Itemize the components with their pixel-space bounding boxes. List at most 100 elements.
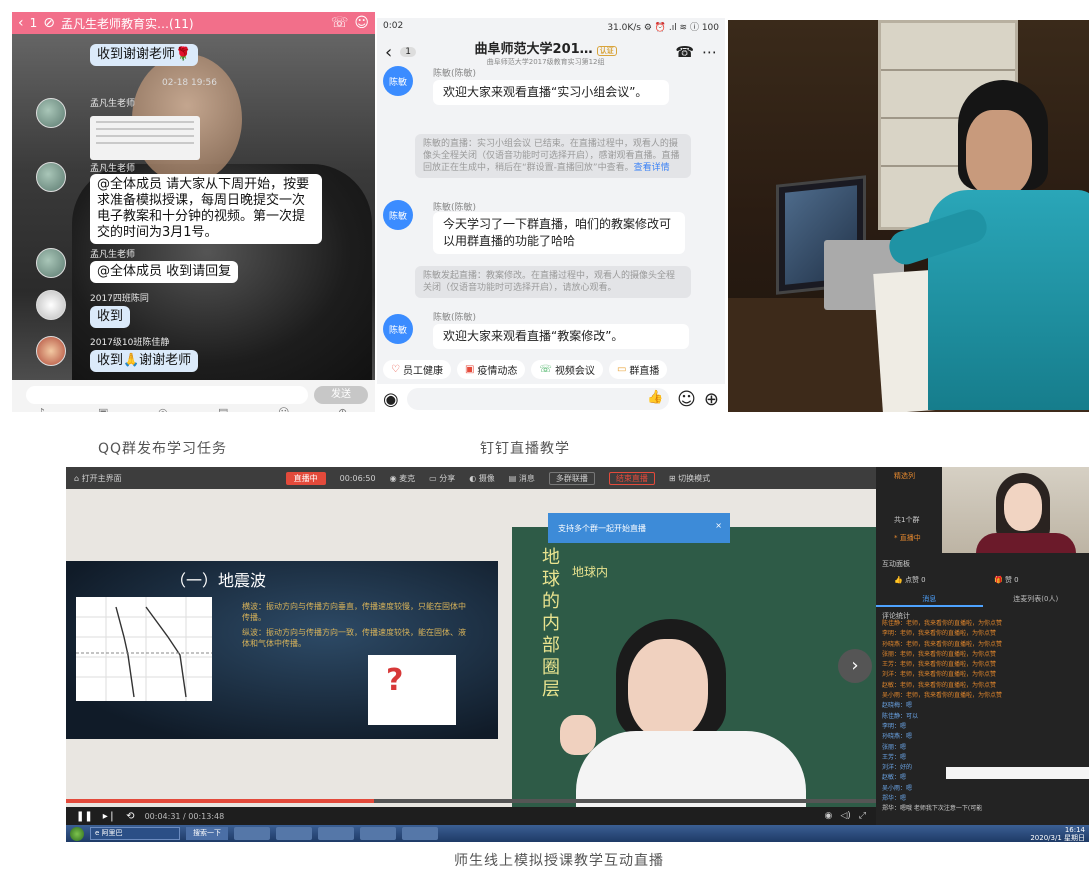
comment-item: 郑华：嗯 [882,795,907,803]
messages-button[interactable]: ▤ 消息 [509,473,535,484]
live-video-stage[interactable]: 地球的内部圈层 地球内 支持多个群一起开始直播 × （一）地震波 横波：振动方向… [66,489,892,811]
camera-icon[interactable]: ◎ [158,406,168,412]
like-count[interactable]: 👍 点赞 0 [894,575,926,585]
microphone-button[interactable]: ◉ 麦克 [390,473,416,484]
playback-controls: ❚❚ ▸❘ ⟲ 00:04:31 / 00:13:48 ◉ ◁) ⤢ [66,807,876,825]
switch-mode-button[interactable]: ⊞ 切换模式 [669,473,710,484]
view-details-link[interactable]: 查看详情 [634,163,670,173]
question-mark-icon: ? [386,663,404,698]
verified-tag: 认证 [596,45,617,56]
file-icon[interactable]: ▤ [218,406,228,412]
live-side-panel: 精选列 共1个群 * 直播中 互动面板 👍 点赞 0 🎁 赞 0 消息 连麦列表… [876,467,1089,825]
taskbar-app[interactable] [318,827,354,840]
taskbar-search[interactable]: 搜索一下 [186,827,228,840]
end-live-button[interactable]: 结束直播 [608,471,655,485]
multi-group-live-button[interactable]: 多群联播 [548,471,595,485]
clock-time: 16:14 [1064,825,1085,834]
graph-lines [76,597,212,701]
qq-chat-header: ‹ 1 ⊘ 孟凡生老师教育实…(11) ☏ ☺ [12,12,375,34]
taskbar-app[interactable] [360,827,396,840]
message-input[interactable] [26,386,308,404]
group-members-icon[interactable]: ☺ [354,15,369,31]
document-thumbnail[interactable] [90,116,200,160]
back-arrow-icon[interactable]: ‹ [18,15,24,31]
avatar[interactable] [36,98,66,128]
message-timestamp: 02-18 19:56 [162,78,217,88]
loop-icon[interactable]: ⟲ [126,811,134,822]
status-time: 0:02 [383,21,404,31]
quick-actions-bar: ♡ 员工健康 ▣ 疫情动态 ☏ 视频会议 ▭ 群直播 [377,358,725,380]
comment-item: 张丽：老师，我来看你的直播啦，为你点赞 [882,650,997,658]
live-teaching-screenshot: ⌂ 打开主界面 直播中 00:06:50 ◉ 麦克 ▭ 分享 ◐ 摄像 ▤ 消息… [66,467,1089,842]
avatar[interactable] [36,290,66,320]
quick-action-health[interactable]: ♡ 员工健康 [383,359,451,379]
share-screen-button[interactable]: ▭ 分享 [429,473,455,484]
comment-list: 陈佳静：老师，我来看你的直播啦，为你点赞 李明：老师，我来看你的直播啦，为你点赞孙… [882,619,1086,815]
teacher-at-desk-photo [728,20,1089,412]
qq-group-chat-screenshot: ‹ 1 ⊘ 孟凡生老师教育实…(11) ☏ ☺ 收到谢谢老师🌹 02-18 19… [12,12,375,412]
thumbs-up-icon[interactable]: 👍 [647,390,663,405]
gift-count[interactable]: 🎁 赞 0 [994,575,1019,585]
tab-messages[interactable]: 消息 [876,591,983,607]
image-icon[interactable]: ▣ [98,406,108,412]
taskbar-browser[interactable]: e 阿里巴 [90,827,180,840]
quick-action-label: 视频会议 [554,365,595,377]
back-arrow-icon[interactable]: ‹ [385,42,392,63]
quick-action-group-live[interactable]: ▭ 群直播 [608,359,668,379]
message-input[interactable]: 👍 [406,388,670,410]
avatar[interactable]: 陈敏 [383,314,413,344]
send-button[interactable]: 发送 [314,386,368,404]
comment-input[interactable] [946,767,1089,779]
quick-action-video-meeting[interactable]: ☏ 视频会议 [531,359,603,379]
camera-button[interactable]: ◐ 摄像 [469,473,495,484]
visibility-icon[interactable]: ◉ [825,811,833,821]
taskbar-app[interactable] [276,827,312,840]
tab-co-host-list[interactable]: 连麦列表(0人) [983,591,1089,607]
avatar[interactable]: 陈敏 [383,200,413,230]
emoji-icon[interactable]: ☺ [677,389,696,410]
sender-name: 2017四班陈同 [90,294,149,304]
call-icon[interactable]: ☎ [675,43,694,61]
volume-icon[interactable]: ◁) [840,811,850,821]
open-main-button[interactable]: ⌂ 打开主界面 [74,473,122,484]
teacher-camera-thumbnail[interactable] [942,467,1089,553]
chat-title-block[interactable]: 曲阜师范大学201… 认证 曲阜师范大学2017级教育实习第12组 [424,38,667,67]
interaction-panel-title: 互动面板 [882,560,910,568]
avatar[interactable]: 陈敏 [383,66,413,96]
comment-item: 陈佳静：老师，我来看你的直播啦，为你点赞 [882,620,1003,627]
next-slide-button[interactable]: › [838,649,872,683]
plus-icon[interactable]: ⊕ [704,389,719,410]
back-count-badge: 1 [400,47,416,57]
start-button[interactable] [70,826,84,841]
chalkboard-writing: 地球内 [572,565,609,579]
plus-icon[interactable]: ⊕ [338,406,347,412]
close-icon[interactable]: × [715,521,722,530]
taskbar-app[interactable] [402,827,438,840]
comment-item: 李明：老师，我来看你的直播啦，为你点赞 [882,630,997,638]
skip-next-icon[interactable]: ▸❘ [103,811,116,822]
side-tab-label[interactable]: 精选列 [894,471,915,481]
emoji-icon[interactable]: ☺ [278,406,289,412]
comment-item: 郑华：嗯哦 老师我下次注意一下(可能 [882,805,983,813]
voice-icon[interactable]: ◉ [383,389,399,410]
avatar[interactable] [36,336,66,366]
quick-action-epidemic[interactable]: ▣ 疫情动态 [456,359,526,379]
system-notice: 陈敏发起直播：教案修改。在直播过程中，观看人的摄像头全程关闭（仅语音功能时可选择… [415,266,691,298]
message-bubble: 收到 [90,306,131,328]
playback-progress[interactable] [66,799,876,803]
avatar[interactable] [36,162,66,192]
slide-text: 纵波：振动方向与传播方向一致，传播速度较快，能在固体、液体和气体中传播。 [242,628,466,648]
pause-icon[interactable]: ❚❚ [76,811,93,822]
microphone-icon[interactable]: ♪ [38,406,45,412]
taskbar-app[interactable] [234,827,270,840]
fullscreen-icon[interactable]: ⤢ [859,811,866,821]
chat-nav-bar: ‹ 1 曲阜师范大学201… 认证 曲阜师范大学2017级教育实习第12组 ☎ ⋯ [377,34,725,70]
status-bar: 0:02 31.0K/s ⚙ ⏰ .ıl ≋ ⓘ 100 [377,18,725,34]
more-icon[interactable]: ⋯ [702,43,717,61]
quick-action-label: 群直播 [629,365,660,377]
comment-item: 孙晓燕：嗯 [882,733,913,741]
question-mark-figure: ? [368,655,456,725]
avatar[interactable] [36,248,66,278]
phone-icon[interactable]: ☏ [331,15,349,31]
message-input-bar: ◉ 👍 ☺ ⊕ [377,384,725,414]
